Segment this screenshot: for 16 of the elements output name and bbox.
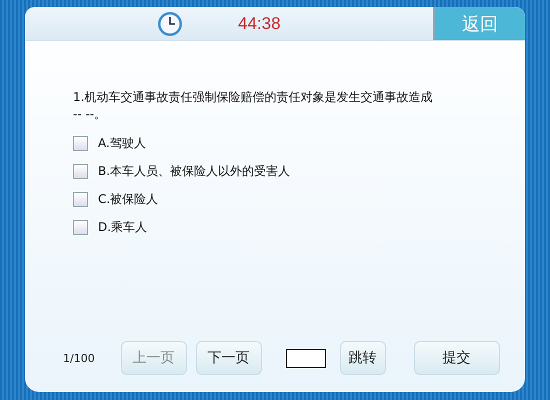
page-button[interactable]: 下一页	[196, 341, 262, 375]
page-input-field[interactable]	[286, 348, 326, 368]
page-counter: 1/100	[63, 352, 95, 364]
option-label: A.驾驶人	[98, 134, 146, 152]
checkbox[interactable]	[73, 220, 88, 234]
submit-button[interactable]: 提交	[414, 341, 500, 375]
clock-icon	[157, 10, 183, 36]
option-label: D.乘车人	[98, 218, 148, 236]
countdown-timer: 44:38	[238, 14, 281, 34]
checkbox[interactable]	[73, 136, 88, 150]
question-text: 1.机动车交通事故责任强制保险赔偿的责任对象是发生交通事故造成 -- --。	[73, 89, 434, 123]
option-label: B.本车人员、被保险人以外的受害人	[98, 162, 290, 180]
checkbox[interactable]	[73, 164, 88, 178]
option-label: C.被保险人	[98, 190, 158, 208]
checkbox[interactable]	[73, 192, 88, 206]
jump-button[interactable]: 跳转	[340, 341, 386, 375]
